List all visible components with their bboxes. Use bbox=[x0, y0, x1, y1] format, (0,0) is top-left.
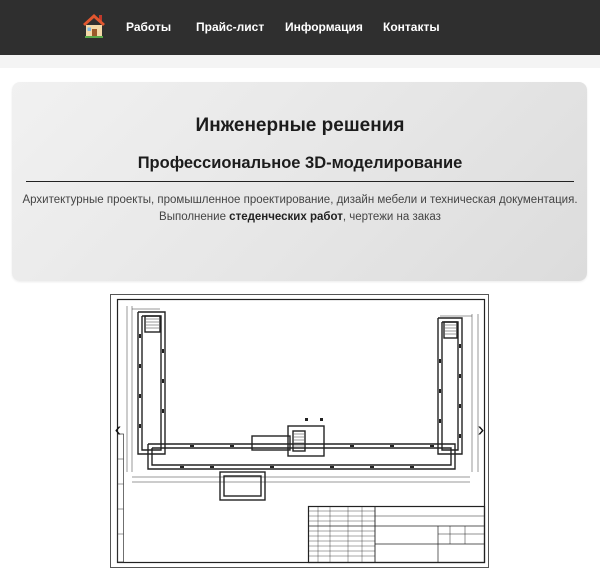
nav-link-raboty[interactable]: Работы bbox=[126, 0, 171, 55]
top-navbar: Работы Прайс-лист Информация Контакты bbox=[0, 0, 600, 55]
nav-link-price-list[interactable]: Прайс-лист bbox=[196, 0, 264, 55]
slider-prev-arrow[interactable]: ‹ bbox=[110, 418, 126, 442]
hero-divider bbox=[26, 181, 574, 182]
nav-link-information[interactable]: Информация bbox=[285, 0, 363, 55]
navbar-shadow-strip bbox=[0, 55, 600, 68]
hero-description: Архитектурные проекты, промышленное прое… bbox=[22, 194, 578, 206]
hero-description-second: Выполнение стеденческих работ, чертежи н… bbox=[0, 211, 600, 223]
hero-line2-suffix: , чертежи на заказ bbox=[342, 211, 441, 223]
hero-line2-bold: стеденческих работ bbox=[229, 211, 343, 223]
home-logo-icon[interactable] bbox=[82, 12, 106, 38]
slider-next-arrow[interactable]: › bbox=[473, 418, 489, 442]
floor-plan-drawing bbox=[110, 294, 489, 568]
hero-subtitle: Профессиональное 3D-моделирование bbox=[137, 154, 463, 172]
image-slider bbox=[110, 294, 490, 569]
hero-line2-prefix: Выполнение bbox=[159, 211, 230, 223]
nav-link-contacts[interactable]: Контакты bbox=[383, 0, 440, 55]
hero-title: Инженерные решения bbox=[195, 115, 405, 136]
